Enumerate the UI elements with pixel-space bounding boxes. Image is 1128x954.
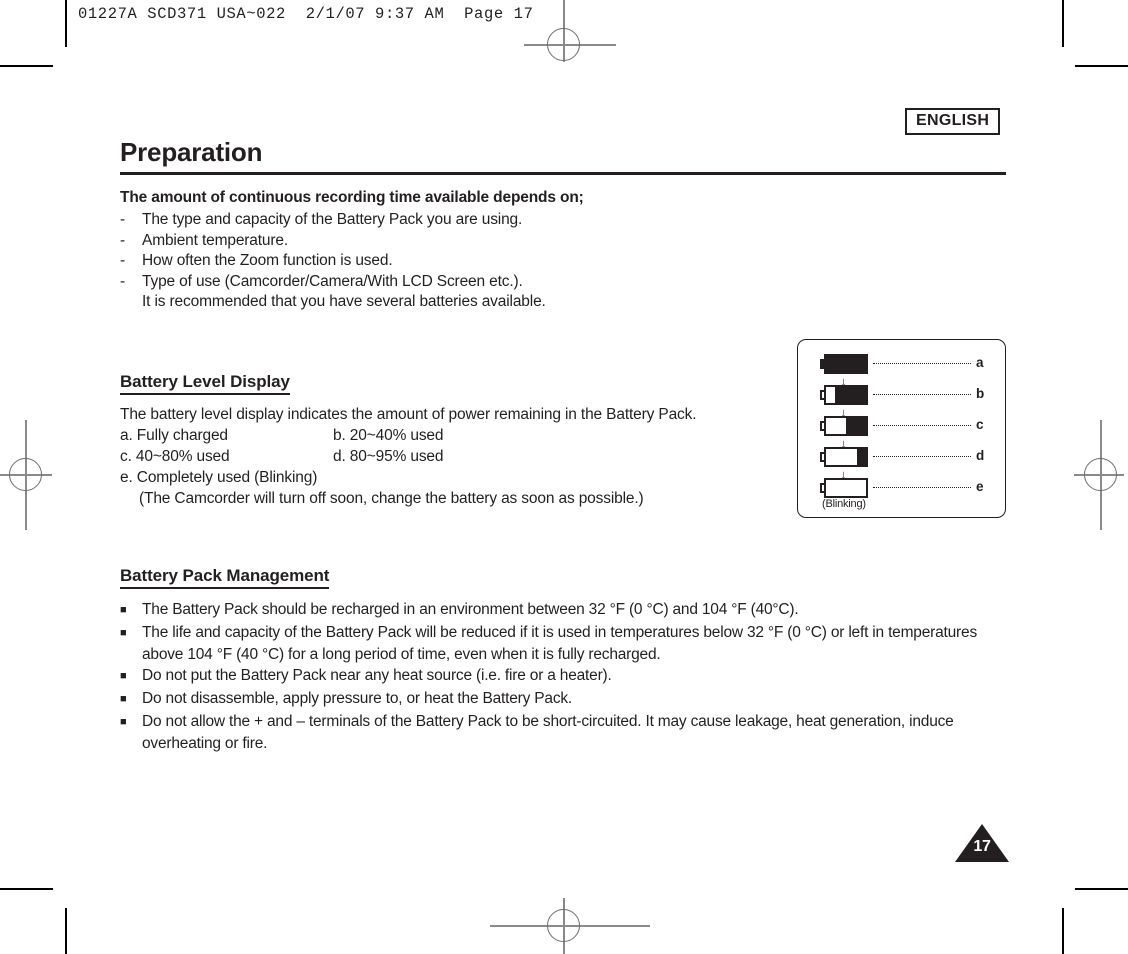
battery-management-list: ■ The Battery Pack should be recharged i… (120, 599, 1000, 754)
battery-level-figure: a ↓ b ↓ c ↓ d ↓ e (Blinking) (797, 339, 1006, 518)
battery-body (824, 447, 868, 467)
battery-body (824, 416, 868, 436)
battery-low-icon (820, 447, 868, 467)
battery-body (824, 385, 868, 405)
list-item: - How often the Zoom function is used. (120, 251, 546, 272)
leader-line (873, 456, 971, 457)
title-divider (120, 172, 1006, 175)
battery-figure-row: e (798, 478, 1005, 500)
intro-heading: The amount of continuous recording time … (120, 189, 584, 206)
dash-marker: - (120, 231, 126, 249)
list-item: ■ Do not put the Battery Pack near any h… (120, 665, 1000, 688)
dash-marker: - (120, 272, 126, 290)
battery-state-c: c. 40~80% used (120, 448, 230, 465)
square-bullet-icon: ■ (120, 670, 127, 682)
list-item: ■ Do not disassemble, apply pressure to,… (120, 688, 1000, 711)
list-item: - The type and capacity of the Battery P… (120, 210, 546, 231)
battery-medium-icon (820, 416, 868, 436)
leader-line (873, 394, 971, 395)
list-item-label: The Battery Pack should be recharged in … (142, 601, 799, 618)
figure-label-d: d (976, 448, 985, 463)
list-item: - Ambient temperature. (120, 231, 546, 252)
leader-line (873, 487, 971, 488)
figure-label-e: e (976, 479, 984, 494)
manual-page: ENGLISH Preparation The amount of contin… (0, 0, 1128, 954)
battery-level-body: The battery level display indicates the … (120, 404, 697, 509)
list-item-label: Do not put the Battery Pack near any hea… (142, 667, 612, 684)
list-item: ■ Do not allow the + and – terminals of … (120, 711, 1000, 754)
list-item-label: The life and capacity of the Battery Pac… (142, 624, 977, 663)
list-item: - Type of use (Camcorder/Camera/With LCD… (120, 272, 546, 293)
intro-continuation-text: It is recommended that you have several … (142, 293, 546, 310)
battery-pack-management-heading: Battery Pack Management (120, 566, 329, 589)
list-item-label: The type and capacity of the Battery Pac… (142, 211, 523, 228)
battery-figure-row: b ↓ (798, 385, 1005, 419)
battery-figure-row: d ↓ (798, 447, 1005, 481)
dash-marker: - (120, 211, 126, 228)
page-title: Preparation (120, 137, 263, 167)
battery-level-description: The battery level display indicates the … (120, 406, 697, 423)
list-item-label: Ambient temperature. (142, 231, 289, 249)
battery-state-b: b. 20~40% used (333, 427, 444, 444)
leader-line (873, 425, 971, 426)
square-bullet-icon: ■ (120, 716, 127, 728)
list-item-label: Do not allow the + and – terminals of th… (142, 713, 954, 752)
battery-level-display-heading: Battery Level Display (120, 372, 290, 395)
battery-figure-row: c ↓ (798, 416, 1005, 450)
battery-state-e-note: (The Camcorder will turn off soon, chang… (139, 490, 644, 507)
battery-body (824, 354, 868, 374)
battery-figure-row: a ↓ (798, 354, 1005, 388)
battery-high-icon (820, 385, 868, 405)
list-item-label: How often the Zoom function is used. (142, 252, 393, 269)
battery-state-d: d. 80~95% used (333, 448, 444, 465)
figure-label-c: c (976, 417, 984, 432)
battery-state-row: c. 40~80% used d. 80~95% used (120, 446, 696, 467)
square-bullet-icon: ■ (120, 693, 127, 705)
list-item-label: Type of use (Camcorder/Camera/With LCD S… (142, 272, 523, 290)
page-number: 17 (973, 838, 991, 855)
list-item: ■ The Battery Pack should be recharged i… (120, 599, 1000, 622)
page-number-flag: 17 (955, 824, 1009, 862)
intro-list: - The type and capacity of the Battery P… (120, 210, 546, 313)
language-badge: ENGLISH (905, 108, 1001, 135)
blinking-caption: (Blinking) (822, 498, 866, 510)
square-bullet-icon: ■ (120, 604, 127, 616)
battery-state-row: a. Fully charged b. 20~40% used (120, 425, 696, 446)
square-bullet-icon: ■ (120, 627, 127, 639)
dash-marker: - (120, 252, 126, 269)
battery-state-e: e. Completely used (Blinking) (120, 469, 318, 486)
figure-label-b: b (976, 386, 985, 401)
figure-label-a: a (976, 355, 984, 370)
list-item-label: Do not disassemble, apply pressure to, o… (142, 690, 573, 707)
battery-body (824, 478, 868, 498)
list-item: ■ The life and capacity of the Battery P… (120, 622, 1000, 665)
leader-line (873, 363, 971, 364)
battery-empty-icon (820, 478, 868, 498)
battery-state-a: a. Fully charged (120, 427, 228, 444)
battery-full-icon (820, 354, 868, 374)
